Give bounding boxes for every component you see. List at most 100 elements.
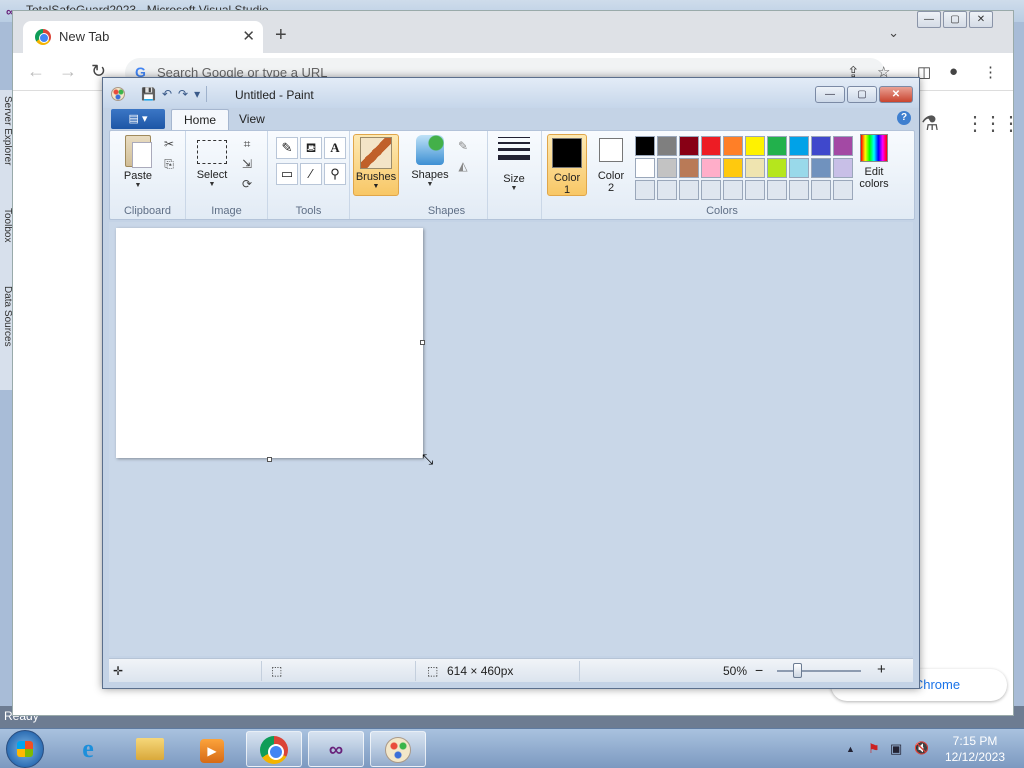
palette-swatch[interactable] <box>635 158 655 178</box>
crop-icon[interactable]: ⌗ <box>238 135 256 153</box>
paint-minimize-button[interactable]: — <box>815 86 845 103</box>
undo-icon[interactable]: ↶ <box>162 87 172 102</box>
tab-view[interactable]: View <box>227 109 277 130</box>
paste-dropdown-icon: ▼ <box>134 182 142 189</box>
start-button[interactable] <box>6 730 44 768</box>
chrome-menu-icon[interactable]: ⋮ <box>983 63 998 81</box>
pencil-icon[interactable]: ✎ <box>276 137 298 159</box>
help-icon[interactable]: ? <box>897 111 911 125</box>
palette-swatch[interactable] <box>723 158 743 178</box>
network-icon[interactable]: ▣ <box>890 741 902 757</box>
palette-swatch[interactable] <box>789 136 809 156</box>
color2-button[interactable]: Color 2 <box>591 134 631 196</box>
show-hidden-icons-icon[interactable]: ▲ <box>846 744 855 754</box>
zoom-in-button[interactable]: + <box>877 661 886 678</box>
clock-time: 7:15 PM <box>952 734 998 748</box>
palette-swatch[interactable] <box>833 136 853 156</box>
chrome-tab-new-tab[interactable]: New Tab ✕ <box>23 21 263 53</box>
line-size-icon <box>498 137 530 167</box>
taskbar-chrome[interactable] <box>246 731 302 767</box>
palette-swatch[interactable] <box>767 180 787 200</box>
profile-avatar-icon[interactable]: ● <box>949 63 958 80</box>
taskbar-internet-explorer[interactable]: e <box>60 731 116 767</box>
tab-search-chevron-icon[interactable]: ⌄ <box>888 25 899 41</box>
color1-button[interactable]: Color 1 <box>547 134 587 196</box>
palette-swatch[interactable] <box>701 158 721 178</box>
labs-icon[interactable]: ⚗ <box>921 111 939 136</box>
taskbar-file-explorer[interactable] <box>122 731 178 767</box>
palette-swatch[interactable] <box>723 180 743 200</box>
fill-bucket-icon[interactable]: ⛾ <box>300 137 322 159</box>
palette-swatch[interactable] <box>723 136 743 156</box>
customize-qat-icon[interactable]: ▾ <box>194 87 200 102</box>
redo-icon[interactable]: ↷ <box>178 87 188 102</box>
zoom-out-button[interactable]: − <box>755 662 763 678</box>
palette-swatch[interactable] <box>635 136 655 156</box>
save-icon[interactable]: 💾 <box>141 87 156 102</box>
edit-colors-button[interactable]: Edit colors <box>852 134 896 190</box>
chrome-minimize-button[interactable]: — <box>917 11 941 28</box>
palette-swatch[interactable] <box>701 136 721 156</box>
cut-icon[interactable]: ✂ <box>160 135 178 153</box>
shape-fill-icon[interactable]: ◭ <box>454 157 472 175</box>
close-tab-icon[interactable]: ✕ <box>242 27 255 45</box>
taskbar-media-player[interactable]: ▶ <box>184 731 240 767</box>
palette-swatch[interactable] <box>833 158 853 178</box>
taskbar-paint[interactable] <box>370 731 426 767</box>
canvas-resize-handle-bottom[interactable] <box>267 457 272 462</box>
google-apps-icon[interactable]: ⋮⋮⋮ <box>965 111 1021 136</box>
back-arrow-icon[interactable]: ← <box>27 61 45 82</box>
chrome-close-button[interactable]: ✕ <box>969 11 993 28</box>
palette-swatch[interactable] <box>789 180 809 200</box>
palette-swatch[interactable] <box>767 136 787 156</box>
paint-file-menu-button[interactable]: ▤ ▾ <box>111 109 165 129</box>
taskbar-visual-studio[interactable]: ∞ <box>308 731 364 767</box>
palette-swatch[interactable] <box>745 180 765 200</box>
chrome-maximize-button[interactable]: ▢ <box>943 11 967 28</box>
palette-swatch[interactable] <box>679 158 699 178</box>
eraser-icon[interactable]: ▭ <box>276 163 298 185</box>
paint-maximize-button[interactable]: ▢ <box>847 86 877 103</box>
system-clock[interactable]: 7:15 PM 12/12/2023 <box>935 733 1015 765</box>
palette-swatch[interactable] <box>811 180 831 200</box>
palette-swatch[interactable] <box>833 180 853 200</box>
paste-label: Paste <box>123 170 153 182</box>
palette-swatch[interactable] <box>635 180 655 200</box>
palette-swatch[interactable] <box>657 180 677 200</box>
drawing-canvas[interactable] <box>116 228 425 462</box>
palette-swatch[interactable] <box>701 180 721 200</box>
canvas-resize-handle-right[interactable] <box>420 340 425 345</box>
palette-swatch[interactable] <box>811 136 831 156</box>
paste-button[interactable]: Paste ▼ <box>118 135 158 189</box>
zoom-slider-thumb[interactable] <box>793 663 802 678</box>
new-tab-button[interactable]: + <box>275 25 287 45</box>
action-center-flag-icon[interactable]: ⚑ <box>868 741 880 757</box>
palette-swatch[interactable] <box>789 158 809 178</box>
tab-home[interactable]: Home <box>171 109 230 130</box>
palette-swatch[interactable] <box>657 136 677 156</box>
palette-swatch[interactable] <box>745 158 765 178</box>
palette-swatch[interactable] <box>811 158 831 178</box>
palette-swatch[interactable] <box>657 158 677 178</box>
shapes-button[interactable]: Shapes ▼ <box>410 135 450 188</box>
shape-outline-icon[interactable]: ✎ <box>454 137 472 155</box>
palette-swatch[interactable] <box>767 158 787 178</box>
text-tool-icon[interactable]: A <box>324 137 346 159</box>
size-button[interactable]: Size ▼ <box>494 135 534 192</box>
palette-swatch[interactable] <box>679 136 699 156</box>
select-button[interactable]: Select ▼ <box>192 135 232 188</box>
forward-arrow-icon[interactable]: → <box>59 61 77 82</box>
magnifier-icon[interactable]: ⚲ <box>324 163 346 185</box>
rotate-icon[interactable]: ⟳ <box>238 175 256 193</box>
size-group: Size ▼ <box>488 131 542 219</box>
color-picker-icon[interactable]: ⁄ <box>300 163 322 185</box>
zoom-slider-track[interactable] <box>777 670 861 672</box>
palette-swatch[interactable] <box>679 180 699 200</box>
paint-app-icon[interactable] <box>111 87 125 101</box>
brushes-button[interactable]: Brushes ▼ <box>353 134 399 196</box>
volume-muted-icon[interactable]: 🔇 <box>914 741 929 755</box>
resize-icon[interactable]: ⇲ <box>238 155 256 173</box>
copy-icon[interactable]: ⎘ <box>160 155 178 173</box>
paint-close-button[interactable]: ✕ <box>879 86 913 103</box>
palette-swatch[interactable] <box>745 136 765 156</box>
